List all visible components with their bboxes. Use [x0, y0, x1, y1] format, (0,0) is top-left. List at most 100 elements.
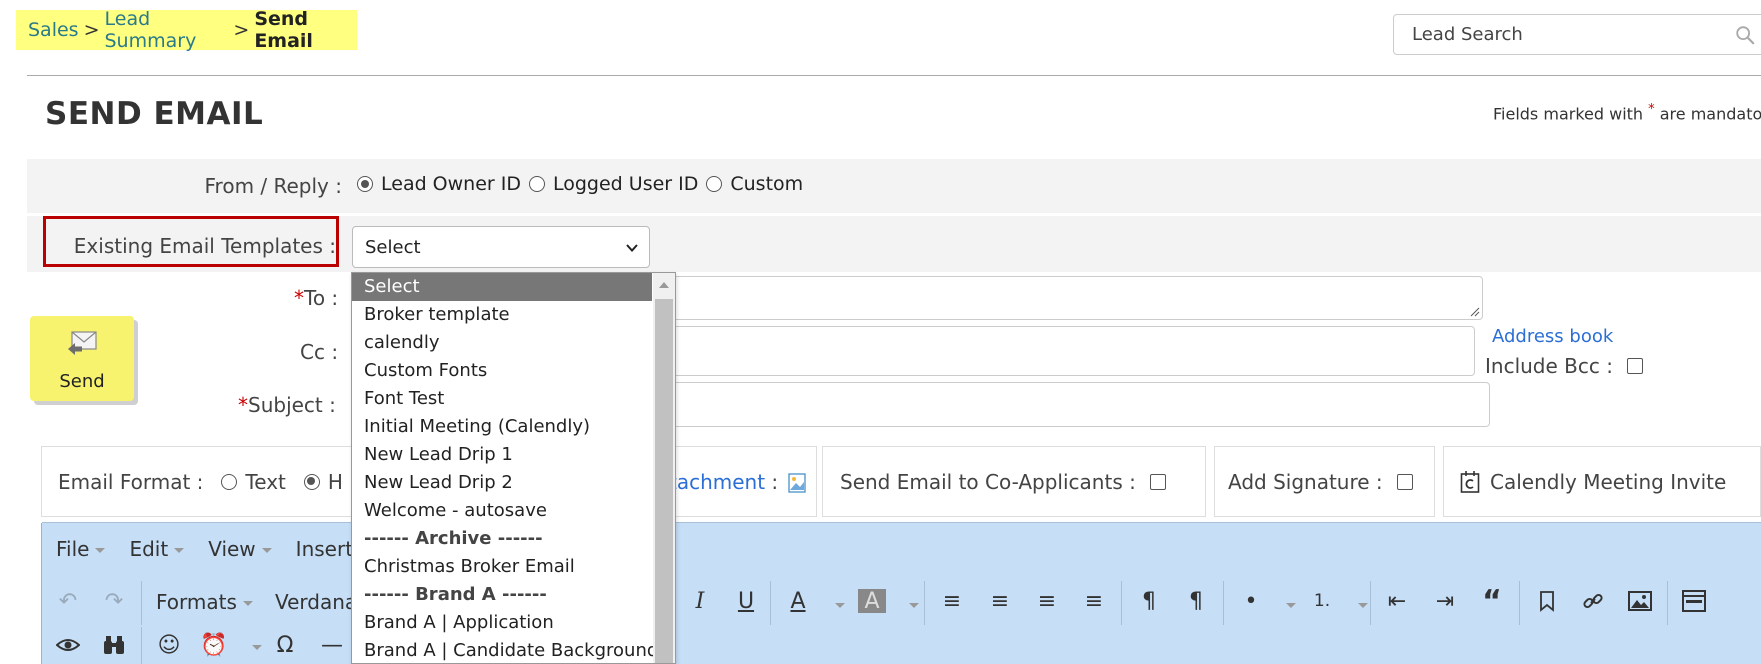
- align-left-icon[interactable]: ≡: [938, 587, 966, 615]
- radio-unselected[interactable]: [529, 176, 545, 192]
- italic-icon[interactable]: I: [686, 587, 714, 615]
- emoticon-icon[interactable]: ☺: [155, 631, 183, 659]
- dropdown-option[interactable]: Brand A | Application: [352, 609, 652, 637]
- menu-file[interactable]: File: [56, 537, 106, 561]
- rich-text-editor: File Edit View Insert ↶ ↷ Formats Verdan…: [41, 522, 1761, 664]
- menu-insert[interactable]: Insert: [296, 537, 353, 561]
- dropdown-option[interactable]: calendly: [352, 329, 652, 357]
- formats-dropdown[interactable]: Formats: [156, 590, 253, 614]
- breadcrumb: Sales > Lead Summary > Send Email: [16, 8, 357, 52]
- special-character-icon[interactable]: Ω: [271, 631, 299, 659]
- caret-down-icon[interactable]: [1286, 603, 1296, 608]
- template-icon[interactable]: [1680, 587, 1708, 615]
- text-color-icon[interactable]: A: [784, 587, 812, 615]
- menu-label: Insert: [295, 537, 354, 561]
- dropdown-option[interactable]: Welcome - autosave: [352, 497, 652, 525]
- find-replace-icon[interactable]: [100, 631, 128, 659]
- horizontal-rule-icon[interactable]: —: [318, 631, 346, 659]
- image-icon[interactable]: [1626, 587, 1654, 615]
- radio-selected[interactable]: [357, 176, 373, 192]
- caret-down-icon: [261, 548, 272, 553]
- attachment-icon[interactable]: [788, 473, 806, 493]
- attachment-link[interactable]: tachment: [669, 470, 765, 494]
- from-reply-options: Lead Owner ID Logged User ID Custom: [357, 173, 811, 195]
- signature-label: Add Signature :: [1228, 469, 1383, 494]
- dropdown-option[interactable]: New Lead Drip 2: [352, 469, 652, 497]
- from-option-lead-owner[interactable]: Lead Owner ID: [357, 173, 521, 195]
- from-option-label: Custom: [730, 173, 804, 195]
- required-star: *: [1648, 102, 1655, 117]
- templates-select[interactable]: Select: [352, 226, 650, 268]
- dropdown-scrollbar[interactable]: [653, 273, 675, 663]
- background-color-icon[interactable]: A: [858, 589, 886, 614]
- bookmark-icon[interactable]: [1533, 587, 1561, 615]
- menu-view[interactable]: View: [208, 537, 272, 561]
- font-family-dropdown[interactable]: Verdana: [275, 590, 357, 614]
- cc-label: Cc :: [300, 340, 339, 364]
- attachment-control[interactable]: tachment :: [669, 470, 806, 494]
- calendly-invite-box[interactable]: Calendly Meeting Invite: [1443, 446, 1761, 517]
- breadcrumb-link-sales[interactable]: Sales: [28, 19, 79, 41]
- menu-label: View: [208, 537, 256, 561]
- numbered-list-icon[interactable]: 1.: [1308, 587, 1336, 615]
- include-bcc-checkbox[interactable]: [1626, 358, 1643, 374]
- templates-dropdown-list: Select Broker template calendly Custom Font…: [351, 272, 676, 664]
- caret-down-icon[interactable]: [909, 603, 919, 608]
- lead-search-input[interactable]: Lead Search: [1393, 14, 1761, 55]
- caret-down-icon: [174, 548, 185, 553]
- dropdown-option[interactable]: Select: [352, 273, 652, 301]
- breadcrumb-link-lead-summary[interactable]: Lead Summary: [105, 8, 229, 52]
- caret-down-icon[interactable]: [835, 603, 845, 608]
- address-book-link[interactable]: Address book: [1492, 326, 1613, 347]
- include-bcc-label: Include Bcc :: [1485, 354, 1613, 378]
- align-center-icon[interactable]: ≡: [986, 587, 1014, 615]
- resize-handle-icon[interactable]: [1468, 305, 1480, 317]
- rtl-icon[interactable]: ¶: [1182, 587, 1210, 615]
- signature-box: Add Signature :: [1214, 446, 1435, 517]
- search-icon[interactable]: [1734, 24, 1756, 46]
- send-button[interactable]: Send: [30, 316, 134, 401]
- align-justify-icon[interactable]: ≡: [1080, 587, 1108, 615]
- scrollbar-thumb[interactable]: [655, 299, 673, 663]
- preview-icon[interactable]: [54, 631, 82, 659]
- dropdown-option[interactable]: Custom Fonts: [352, 357, 652, 385]
- co-applicants-box: Send Email to Co-Applicants :: [822, 446, 1206, 517]
- caret-down-icon[interactable]: [1358, 603, 1368, 608]
- align-right-icon[interactable]: ≡: [1033, 587, 1061, 615]
- co-applicants-checkbox[interactable]: [1149, 473, 1166, 490]
- menu-edit[interactable]: Edit: [129, 537, 185, 561]
- redo-icon[interactable]: ↷: [100, 587, 128, 615]
- ltr-icon[interactable]: ¶: [1135, 587, 1163, 615]
- scroll-up-arrow-icon[interactable]: [659, 282, 669, 288]
- underline-icon[interactable]: U: [732, 587, 760, 615]
- send-email-page: Sales > Lead Summary > Send Email Lead S…: [0, 0, 1761, 664]
- indent-icon[interactable]: ⇥: [1431, 587, 1459, 615]
- dropdown-option[interactable]: Broker template: [352, 301, 652, 329]
- from-option-custom[interactable]: Custom: [706, 173, 803, 195]
- dropdown-option[interactable]: Initial Meeting (Calendly): [352, 413, 652, 441]
- dropdown-group-header: ------ Archive ------: [364, 528, 543, 549]
- undo-icon[interactable]: ↶: [54, 587, 82, 615]
- caret-down-icon[interactable]: [252, 645, 262, 650]
- calendly-invite-label: Calendly Meeting Invite: [1490, 469, 1727, 494]
- format-text-radio[interactable]: [221, 473, 238, 490]
- binoculars-glyph: [104, 636, 124, 654]
- radio-unselected[interactable]: [706, 176, 723, 192]
- dropdown-option[interactable]: Christmas Broker Email: [352, 553, 652, 581]
- dropdown-option[interactable]: Brand A | Candidate Background: [352, 637, 658, 663]
- required-star: *: [294, 286, 304, 310]
- editor-menubar: File Edit View Insert: [42, 523, 1761, 575]
- image-glyph: [1628, 591, 1652, 611]
- link-icon[interactable]: [1579, 587, 1607, 615]
- format-html-radio[interactable]: [303, 473, 320, 490]
- signature-checkbox[interactable]: [1396, 473, 1413, 490]
- toolbar-separator: [924, 581, 925, 625]
- bullet-list-icon[interactable]: •: [1237, 587, 1265, 615]
- to-label-text: To :: [304, 286, 339, 310]
- from-option-logged-user[interactable]: Logged User ID: [529, 173, 698, 195]
- dropdown-option[interactable]: Font Test: [352, 385, 652, 413]
- outdent-icon[interactable]: ⇤: [1383, 587, 1411, 615]
- dropdown-option[interactable]: New Lead Drip 1: [352, 441, 652, 469]
- alarm-clock-icon[interactable]: ⏰: [200, 631, 228, 659]
- blockquote-icon[interactable]: “: [1478, 584, 1506, 619]
